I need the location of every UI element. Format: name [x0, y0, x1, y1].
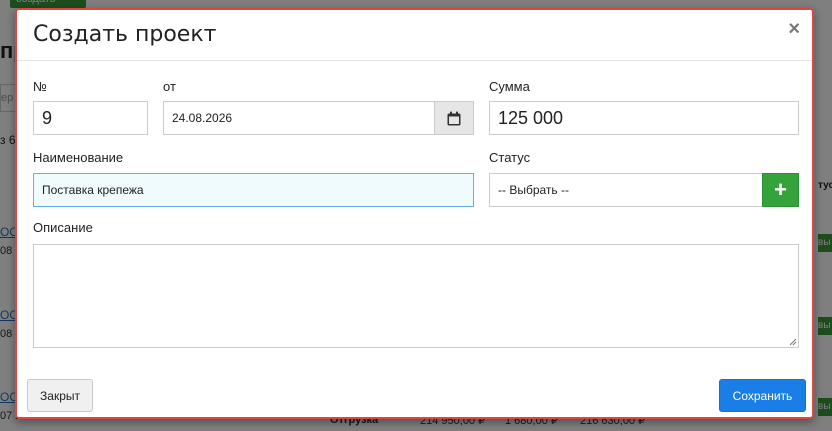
number-label: № — [33, 79, 47, 94]
close-button[interactable]: Закрыт — [27, 379, 93, 412]
calendar-button[interactable] — [434, 101, 474, 135]
calendar-icon — [447, 111, 461, 125]
date-input[interactable]: 24.08.2026 — [163, 101, 435, 135]
close-icon[interactable]: × — [788, 18, 800, 41]
sum-input[interactable]: 125 000 — [489, 101, 799, 135]
modal-title: Создать проект — [33, 22, 217, 47]
modal-header: Создать проект × — [17, 10, 812, 61]
description-label: Описание — [33, 220, 93, 235]
name-label: Наименование — [33, 150, 124, 165]
name-input[interactable]: Поставка крепежа — [33, 173, 474, 207]
number-input[interactable]: 9 — [33, 101, 148, 135]
resize-grip-icon[interactable] — [789, 338, 797, 346]
plus-icon: + — [774, 177, 787, 202]
status-select[interactable]: -- Выбрать -- — [489, 173, 763, 207]
description-textarea[interactable] — [33, 244, 799, 348]
create-project-modal: Создать проект × № от Сумма 9 24.08.2026… — [15, 8, 814, 419]
add-status-button[interactable]: + — [762, 173, 799, 207]
sum-label: Сумма — [489, 79, 530, 94]
date-label: от — [163, 79, 176, 94]
status-label: Статус — [489, 150, 531, 165]
save-button[interactable]: Сохранить — [719, 379, 806, 412]
